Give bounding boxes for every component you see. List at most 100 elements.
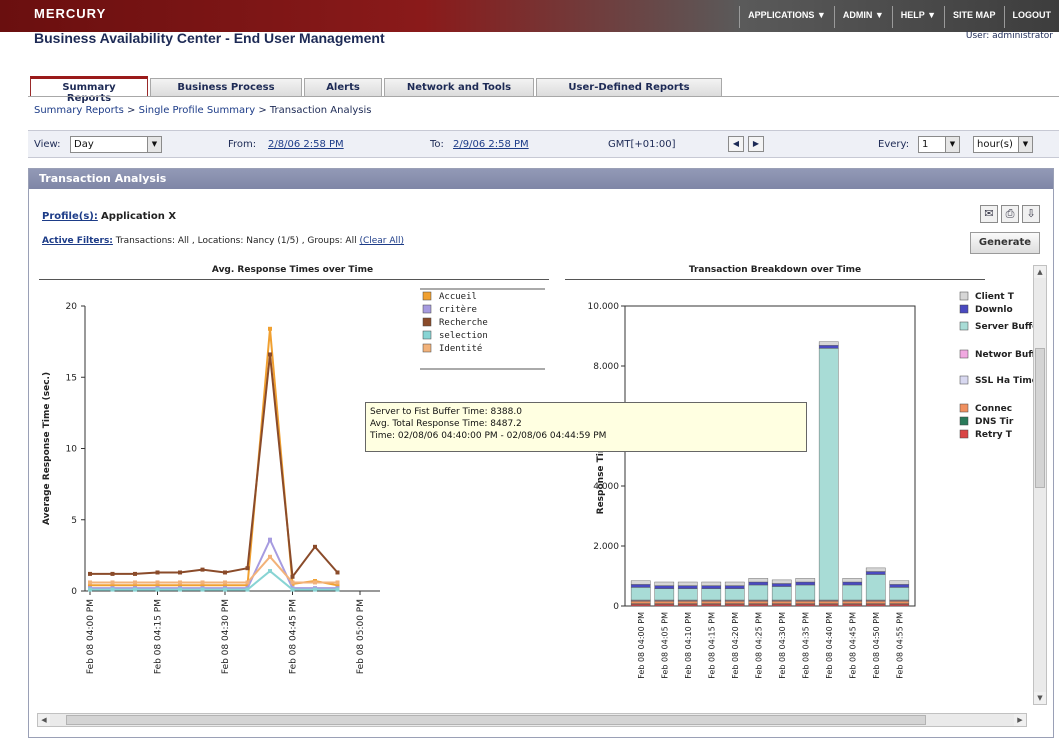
app-title: Business Availability Center - End User … xyxy=(34,30,385,46)
chart1-data-point xyxy=(245,566,250,571)
tab-divider xyxy=(28,96,1059,97)
chart1-data-point xyxy=(223,570,227,575)
chart2-bar-segment xyxy=(701,604,722,607)
generate-button[interactable]: Generate xyxy=(970,232,1040,254)
brand-logo: MERCURY xyxy=(34,6,107,21)
chart2-bar-segment xyxy=(771,583,792,587)
chart1-series-line-1 xyxy=(90,537,338,590)
nav-logout[interactable]: LOGOUT xyxy=(1003,6,1059,28)
chart2-bar-segment xyxy=(654,585,675,589)
chart2-bar-segment xyxy=(842,604,863,607)
chart2-bar-segment xyxy=(842,581,863,586)
chart2-bar-segment xyxy=(771,604,792,607)
horizontal-scrollbar[interactable]: ◀ ▶ xyxy=(37,713,1027,727)
nav-applications[interactable]: APPLICATIONS ▼ xyxy=(739,6,834,28)
scroll-right-icon[interactable]: ▶ xyxy=(1014,714,1026,726)
view-select[interactable]: Day ▼ xyxy=(70,136,162,153)
chart2-y-tick-label: 2.000 xyxy=(593,542,619,552)
chart2-bar-segment xyxy=(677,588,698,601)
chart1-y-tick-label: 20 xyxy=(66,302,78,312)
every-unit-select[interactable]: hour(s) ▼ xyxy=(973,136,1033,153)
chart2-y-tick-label: 0 xyxy=(613,602,619,612)
tab-user-defined-reports[interactable]: User-Defined Reports xyxy=(536,78,722,96)
profile-value: Application X xyxy=(101,211,177,222)
chart2-x-tick-label: Feb 08 04:10 PM xyxy=(684,612,693,679)
timezone-label: GMT[+01:00] xyxy=(608,139,676,150)
chart2-bar-segment xyxy=(795,578,816,583)
chart2-bar-segment xyxy=(630,601,651,604)
chart1-y-tick-label: 5 xyxy=(71,516,77,526)
chart2-bar-segment xyxy=(818,341,839,346)
scroll-down-icon[interactable]: ▼ xyxy=(1034,692,1046,704)
every-unit: hour(s) xyxy=(977,139,1013,150)
chart1-y-tick-label: 0 xyxy=(71,587,77,597)
chart2-x-tick-label: Feb 08 04:35 PM xyxy=(801,612,810,679)
nav-admin[interactable]: ADMIN ▼ xyxy=(833,6,892,28)
chart1-data-point xyxy=(268,554,272,559)
chart1-data-point xyxy=(178,570,182,575)
to-date-link[interactable]: 2/9/06 2:58 PM xyxy=(453,139,529,150)
email-icon[interactable]: ✉ xyxy=(980,205,998,223)
previous-period-button[interactable]: ◀ xyxy=(728,136,744,152)
chart1-y-axis-label: Average Response Time (sec.) xyxy=(42,372,52,525)
from-date-link[interactable]: 2/8/06 2:58 PM xyxy=(268,139,344,150)
chart1-x-tick-label: Feb 08 04:15 PM xyxy=(154,599,164,674)
chart2-bar-segment xyxy=(654,581,675,586)
chart1-legend-label: Identité xyxy=(439,343,482,354)
horizontal-scroll-thumb[interactable] xyxy=(66,715,926,725)
chart1-data-point xyxy=(155,587,160,592)
nav-help[interactable]: HELP ▼ xyxy=(891,6,944,28)
profile-link[interactable]: Profile(s): xyxy=(42,211,98,222)
chart2-legend-swatch xyxy=(959,375,969,385)
chart1-data-point xyxy=(223,580,227,585)
chart2-y-tick-label: 10.000 xyxy=(588,302,620,312)
active-filters-link[interactable]: Active Filters: xyxy=(42,236,113,246)
tab-network-and-tools[interactable]: Network and Tools xyxy=(384,78,534,96)
chart2-y-tick-label: 8.000 xyxy=(593,362,619,372)
every-value-select[interactable]: 1 ▼ xyxy=(918,136,960,153)
chart2-bar-segment xyxy=(771,579,792,584)
clear-all-link[interactable]: (Clear All) xyxy=(359,236,404,246)
chart1-data-point xyxy=(245,587,250,592)
chart2-bar-segment xyxy=(795,581,816,586)
chart1-data-point xyxy=(223,587,227,592)
user-label: User: administrator xyxy=(965,31,1053,41)
chart1-data-point xyxy=(290,580,295,585)
chart2-bar-segment xyxy=(795,604,816,607)
vertical-scroll-thumb[interactable] xyxy=(1035,348,1045,488)
chart1-data-point xyxy=(178,580,182,585)
chart1-legend-label: Accueil xyxy=(439,292,477,302)
tab-alerts[interactable]: Alerts xyxy=(304,78,382,96)
breadcrumb-separator: > xyxy=(123,105,139,116)
print-icon[interactable]: ⎙ xyxy=(1001,205,1019,223)
chart2-bar-segment xyxy=(701,588,722,601)
export-icons: ✉ ⎙ ⇩ xyxy=(980,205,1040,223)
chart2-bar-segment xyxy=(795,601,816,604)
chart2-bar-segment xyxy=(748,601,769,604)
chart2-legend-label: Retry T xyxy=(975,430,1013,440)
chart1-data-point xyxy=(268,326,272,331)
chart2-bar-segment xyxy=(724,581,745,586)
chart2-legend-swatch xyxy=(959,291,969,301)
chart2-bar-segment xyxy=(701,581,722,586)
chart2-bar-segment xyxy=(654,601,675,604)
breadcrumb-summary-reports[interactable]: Summary Reports xyxy=(34,105,124,116)
chart2-bar-segment xyxy=(818,604,839,607)
tab-business-process[interactable]: Business Process xyxy=(150,78,302,96)
chart2-bar-segment xyxy=(630,580,651,585)
vertical-scrollbar[interactable]: ▲ ▼ xyxy=(1033,265,1047,705)
chart2-bar-segment xyxy=(842,601,863,604)
breadcrumb-current: Transaction Analysis xyxy=(269,105,372,116)
scroll-up-icon[interactable]: ▲ xyxy=(1034,266,1046,278)
next-period-button[interactable]: ▶ xyxy=(748,136,764,152)
breadcrumb-single-profile-summary[interactable]: Single Profile Summary xyxy=(139,105,256,116)
scroll-left-icon[interactable]: ◀ xyxy=(38,714,50,726)
tab-summary-reports[interactable]: Summary Reports xyxy=(30,76,148,104)
chart2-bar-segment xyxy=(701,585,722,589)
chart1-series-line-2 xyxy=(90,354,339,580)
nav-site-map[interactable]: SITE MAP xyxy=(943,6,1004,28)
chart2-bar-segment xyxy=(724,601,745,604)
chart2-legend-label: Networ Buffer xyxy=(975,350,1035,360)
export-icon[interactable]: ⇩ xyxy=(1022,205,1040,223)
chart2-legend-label: Connec xyxy=(975,404,1012,414)
